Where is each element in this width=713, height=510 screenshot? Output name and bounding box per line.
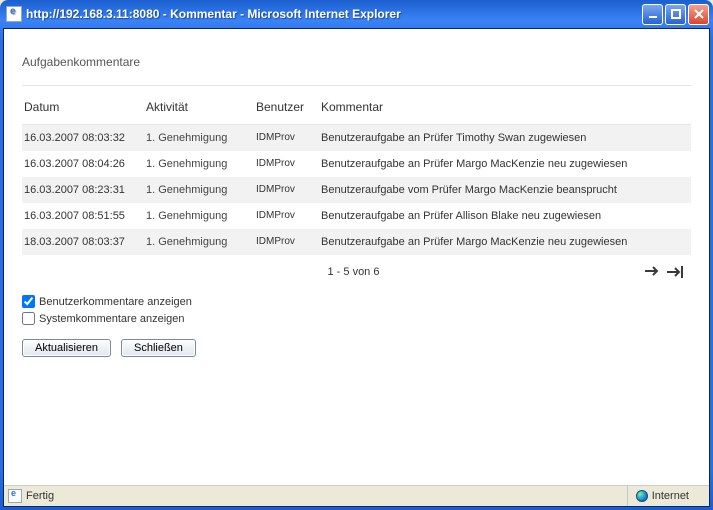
window-controls [642, 4, 709, 25]
pager: 1 - 5 von 6 [24, 262, 683, 282]
status-page-icon [8, 489, 22, 503]
table-row: 16.03.2007 08:51:551. GenehmigungIDMProv… [22, 203, 691, 229]
cell-aktivitaet: 1. Genehmigung [144, 125, 254, 152]
col-aktivitaet: Aktivität [144, 94, 254, 125]
content-scroll[interactable]: Aufgabenkommentare Datum Aktivität Benut… [4, 29, 709, 485]
user-comments-check-row: Benutzerkommentare anzeigen [22, 295, 691, 308]
cell-aktivitaet: 1. Genehmigung [144, 203, 254, 229]
cell-kommentar: Benutzeraufgabe an Prüfer Allison Blake … [319, 203, 691, 229]
cell-datum: 18.03.2007 08:03:37 [22, 229, 144, 255]
maximize-button[interactable] [665, 4, 686, 25]
cell-benutzer: IDMProv [254, 229, 319, 255]
button-row: Aktualisieren Schließen [22, 339, 691, 357]
table-header-row: Datum Aktivität Benutzer Kommentar [22, 94, 691, 125]
table-row: 16.03.2007 08:03:321. GenehmigungIDMProv… [22, 125, 691, 152]
client-area: Aufgabenkommentare Datum Aktivität Benut… [3, 28, 710, 507]
status-text: Fertig [26, 490, 54, 502]
refresh-button[interactable]: Aktualisieren [22, 339, 111, 357]
panel-title: Aufgabenkommentare [22, 47, 691, 86]
cell-benutzer: IDMProv [254, 203, 319, 229]
system-comments-checkbox[interactable] [22, 312, 35, 325]
table-row: 18.03.2007 08:03:371. GenehmigungIDMProv… [22, 229, 691, 255]
comments-table: Datum Aktivität Benutzer Kommentar 16.03… [22, 94, 691, 289]
next-page-icon[interactable] [645, 265, 661, 279]
globe-icon [636, 490, 648, 502]
table-row: 16.03.2007 08:04:261. GenehmigungIDMProv… [22, 151, 691, 177]
col-benutzer: Benutzer [254, 94, 319, 125]
cell-datum: 16.03.2007 08:23:31 [22, 177, 144, 203]
window-frame: http://192.168.3.11:8080 - Kommentar - M… [0, 0, 713, 510]
cell-kommentar: Benutzeraufgabe vom Prüfer Margo MacKenz… [319, 177, 691, 203]
titlebar: http://192.168.3.11:8080 - Kommentar - M… [0, 0, 713, 28]
cell-datum: 16.03.2007 08:51:55 [22, 203, 144, 229]
last-page-icon[interactable] [667, 266, 683, 278]
status-left: Fertig [4, 486, 502, 506]
cell-kommentar: Benutzeraufgabe an Prüfer Margo MacKenzi… [319, 229, 691, 255]
security-zone: Internet [627, 486, 709, 506]
user-comments-label[interactable]: Benutzerkommentare anzeigen [39, 296, 192, 308]
cell-kommentar: Benutzeraufgabe an Prüfer Margo MacKenzi… [319, 151, 691, 177]
system-comments-label[interactable]: Systemkommentare anzeigen [39, 313, 185, 325]
cell-benutzer: IDMProv [254, 125, 319, 152]
pager-row: 1 - 5 von 6 [22, 255, 691, 289]
ie-page-icon [6, 6, 22, 22]
cell-aktivitaet: 1. Genehmigung [144, 177, 254, 203]
statusbar: Fertig Internet [4, 485, 709, 506]
close-button[interactable] [688, 4, 709, 25]
cell-datum: 16.03.2007 08:03:32 [22, 125, 144, 152]
minimize-button[interactable] [642, 4, 663, 25]
table-row: 16.03.2007 08:23:311. GenehmigungIDMProv… [22, 177, 691, 203]
col-datum: Datum [22, 94, 144, 125]
window-title: http://192.168.3.11:8080 - Kommentar - M… [26, 7, 642, 21]
cell-datum: 16.03.2007 08:04:26 [22, 151, 144, 177]
zone-text: Internet [652, 490, 689, 502]
col-kommentar: Kommentar [319, 94, 691, 125]
cell-aktivitaet: 1. Genehmigung [144, 151, 254, 177]
close-dialog-button[interactable]: Schließen [121, 339, 196, 357]
user-comments-checkbox[interactable] [22, 295, 35, 308]
cell-benutzer: IDMProv [254, 151, 319, 177]
cell-aktivitaet: 1. Genehmigung [144, 229, 254, 255]
cell-kommentar: Benutzeraufgabe an Prüfer Timothy Swan z… [319, 125, 691, 152]
cell-benutzer: IDMProv [254, 177, 319, 203]
system-comments-check-row: Systemkommentare anzeigen [22, 312, 691, 325]
pager-text: 1 - 5 von 6 [328, 266, 380, 278]
